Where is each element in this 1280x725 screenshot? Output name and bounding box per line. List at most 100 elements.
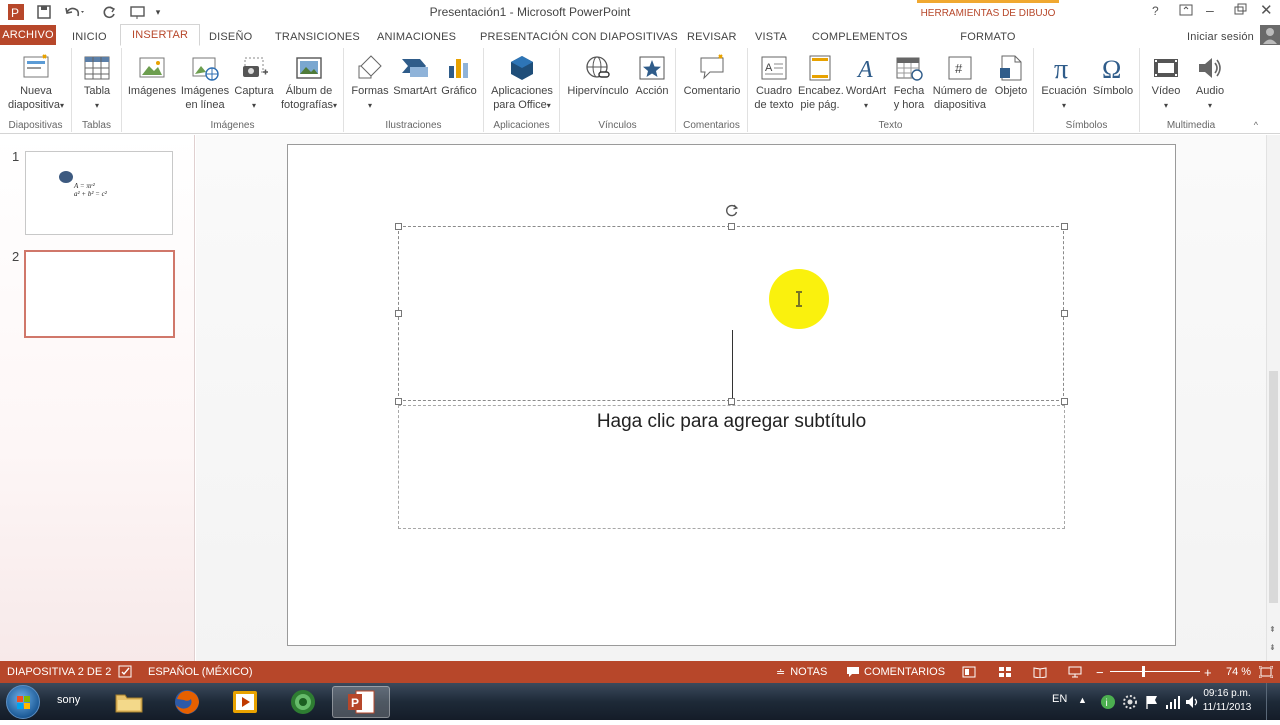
green-tray-icon[interactable]: i (1100, 694, 1116, 715)
powerpoint-taskbar-button[interactable]: P (332, 686, 390, 718)
zoom-slider[interactable] (1110, 666, 1200, 677)
slideshow-icon[interactable] (1068, 665, 1082, 679)
show-desktop-button[interactable] (1266, 683, 1280, 720)
green-app-taskbar-button[interactable] (274, 686, 332, 718)
date-time-button[interactable]: Fecha y hora (890, 54, 928, 112)
user-avatar[interactable] (1260, 25, 1280, 45)
notes-button[interactable]: ≐ NOTAS (776, 665, 827, 679)
audio-button[interactable]: Audio ▾ (1188, 54, 1232, 113)
firefox-taskbar-button[interactable] (158, 686, 216, 718)
show-hidden-icons[interactable]: ▲ (1078, 695, 1087, 705)
resize-handle[interactable] (395, 223, 402, 230)
svg-text:A: A (765, 62, 773, 74)
fit-slide-icon[interactable] (1259, 665, 1273, 679)
tab-animaciones[interactable]: ANIMACIONES (377, 27, 456, 46)
tab-formato[interactable]: FORMATO (917, 27, 1059, 46)
prev-slide-icon[interactable]: ⇞ (1269, 625, 1276, 634)
minimize-icon[interactable]: – (1206, 2, 1222, 18)
save-icon[interactable] (34, 3, 54, 21)
comments-button[interactable]: COMENTARIOS (846, 665, 945, 679)
tab-revisar[interactable]: REVISAR (687, 27, 737, 46)
slide-canvas[interactable]: Haga clic para agregar subtítulo (287, 144, 1176, 646)
comment-button[interactable]: Comentario (680, 54, 744, 98)
resize-handle[interactable] (728, 398, 735, 405)
object-button[interactable]: Objeto (992, 54, 1030, 98)
rotate-handle-icon[interactable] (725, 203, 739, 217)
tab-vista[interactable]: VISTA (755, 27, 787, 46)
media-player-taskbar-button[interactable] (216, 686, 274, 718)
action-button[interactable]: Acción (632, 54, 672, 98)
calendar-icon (896, 57, 923, 81)
title-bar: P ▾ Presentación1 - Microsoft PowerPoint… (0, 0, 1280, 24)
scrollbar-thumb[interactable] (1269, 371, 1278, 603)
zoom-out-button[interactable]: − (1096, 665, 1104, 680)
normal-view-icon[interactable] (962, 665, 976, 679)
resize-handle[interactable] (1061, 310, 1068, 317)
clock[interactable]: 09:16 p.m. 11/11/2013 (1196, 687, 1258, 715)
customize-qat-icon[interactable]: ▾ (153, 3, 163, 21)
apps-for-office-button[interactable]: Aplicaciones para Office▾ (488, 54, 556, 113)
tab-diseno[interactable]: DISEÑO (209, 27, 252, 46)
language-indicator[interactable]: ESPAÑOL (MÉXICO) (148, 665, 253, 679)
slide-number-button[interactable]: # Número de diapositiva (928, 54, 992, 112)
next-slide-icon[interactable]: ⇟ (1269, 643, 1276, 652)
shapes-button[interactable]: Formas ▾ (348, 54, 392, 113)
textbox-button[interactable]: A Cuadro de texto (750, 54, 798, 112)
slide-thumbnail-2[interactable] (24, 250, 175, 338)
restore-icon[interactable] (1234, 3, 1250, 19)
tab-presentacion[interactable]: PRESENTACIÓN CON DIAPOSITIVAS (480, 27, 678, 46)
online-pictures-button[interactable]: Imágenes en línea (178, 54, 232, 112)
zoom-level[interactable]: 74 % (1226, 665, 1251, 679)
tab-insertar[interactable]: INSERTAR (120, 24, 201, 46)
equation-button[interactable]: π Ecuación ▾ (1038, 54, 1090, 113)
tab-transiciones[interactable]: TRANSICIONES (275, 27, 360, 46)
resize-handle[interactable] (728, 223, 735, 230)
smartart-button[interactable]: SmartArt (392, 54, 438, 98)
resize-handle[interactable] (1061, 398, 1068, 405)
gear-tray-icon[interactable] (1122, 694, 1138, 715)
table-button[interactable]: Tabla ▾ (76, 54, 118, 113)
redo-icon[interactable] (100, 3, 118, 21)
spellcheck-icon[interactable] (118, 665, 134, 679)
collapse-ribbon-icon[interactable]: ^ (1254, 120, 1258, 130)
wordart-button[interactable]: A WordArt ▾ (844, 54, 888, 113)
powerpoint-app-icon[interactable]: P (6, 3, 26, 21)
resize-handle[interactable] (395, 398, 402, 405)
presentation-start-icon[interactable] (128, 3, 150, 21)
btn-label: Nueva (20, 85, 52, 97)
chart-button[interactable]: Gráfico (438, 54, 480, 98)
new-slide-button[interactable]: Nueva diapositiva▾ (4, 54, 68, 113)
btn-label: Comentario (683, 85, 741, 97)
reading-view-icon[interactable] (1033, 665, 1047, 679)
firefox-icon (175, 690, 199, 714)
symbol-button[interactable]: Ω Símbolo (1090, 54, 1136, 98)
screenshot-button[interactable]: Captura ▾ (232, 54, 276, 113)
flag-tray-icon[interactable] (1144, 694, 1160, 715)
start-button[interactable] (6, 685, 40, 719)
input-language[interactable]: EN (1052, 693, 1067, 705)
subtitle-placeholder[interactable]: Haga clic para agregar subtítulo (398, 405, 1065, 529)
explorer-taskbar-button[interactable] (100, 686, 158, 718)
resize-handle[interactable] (1061, 223, 1068, 230)
pictures-button[interactable]: Imágenes (126, 54, 178, 98)
ribbon-options-icon[interactable] (1178, 2, 1194, 18)
zoom-in-button[interactable]: + (1204, 665, 1212, 680)
hyperlink-button[interactable]: Hipervínculo (564, 54, 632, 98)
resize-handle[interactable] (395, 310, 402, 317)
photo-album-button[interactable]: Álbum de fotografías▾ (278, 54, 340, 113)
close-icon[interactable]: ✕ (1260, 1, 1273, 19)
slide-thumbnail-1[interactable]: A = πr² a² + b² = c² (25, 151, 173, 235)
video-button[interactable]: Vídeo ▾ (1144, 54, 1188, 113)
zoom-slider-thumb[interactable] (1142, 666, 1145, 677)
slide-sorter-icon[interactable] (998, 665, 1012, 679)
help-button[interactable]: ? (1152, 4, 1159, 18)
sign-in-link[interactable]: Iniciar sesión (1187, 27, 1254, 46)
network-tray-icon[interactable] (1164, 694, 1180, 715)
tab-archivo[interactable]: ARCHIVO (0, 25, 56, 45)
title-placeholder[interactable] (398, 226, 1064, 401)
vertical-scrollbar[interactable]: ⇞ ⇟ (1266, 135, 1280, 661)
tab-inicio[interactable]: INICIO (72, 27, 107, 46)
tab-complementos[interactable]: COMPLEMENTOS (812, 27, 908, 46)
undo-icon[interactable] (62, 3, 86, 21)
header-footer-button[interactable]: Encabez. pie pág. (798, 54, 844, 112)
